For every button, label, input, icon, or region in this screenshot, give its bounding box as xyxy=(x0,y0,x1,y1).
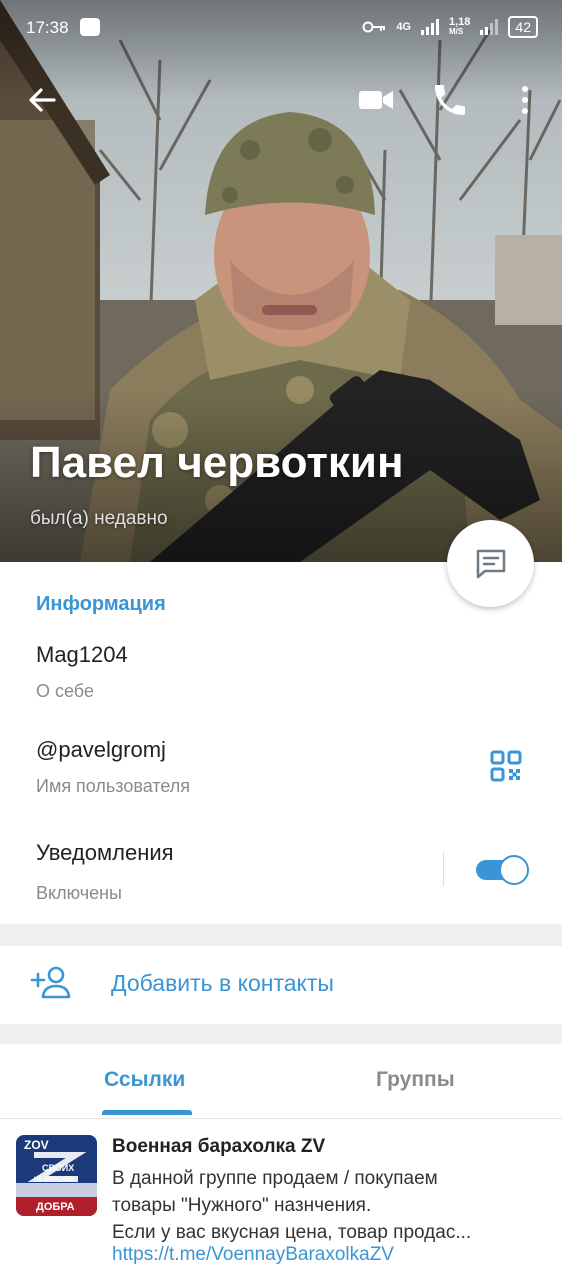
add-contact-button[interactable]: Добавить в контакты xyxy=(0,946,562,1024)
notifications-status: Включены xyxy=(36,883,122,903)
avatar-zov: ZOV xyxy=(24,1138,49,1152)
message-icon xyxy=(476,549,505,578)
group-avatar-image: ZOV СВОИХ НЕ БРОСАЕМ ДОБРА xyxy=(16,1135,97,1216)
section-separator xyxy=(0,924,562,946)
active-tab-indicator xyxy=(102,1110,192,1115)
call-button[interactable] xyxy=(430,80,470,120)
more-options-button[interactable] xyxy=(505,80,545,120)
network-type: 4G xyxy=(396,21,411,33)
avatar-line1: СВОИХ xyxy=(42,1163,74,1173)
bio-label: О себе xyxy=(36,681,94,701)
section-separator-2 xyxy=(0,1024,562,1044)
info-section-title: Информация xyxy=(36,593,166,615)
username-label: Имя пользователя xyxy=(36,776,191,796)
link-avatar: ZOV СВОИХ НЕ БРОСАЕМ ДОБРА xyxy=(16,1135,97,1216)
last-seen-status: был(а) недавно xyxy=(30,508,168,529)
net-speed-unit: M/S xyxy=(449,27,464,36)
add-contact-label: Добавить в контакты xyxy=(111,970,334,996)
link-list-item[interactable]: ZOV СВОИХ НЕ БРОСАЕМ ДОБРА Военная барах… xyxy=(0,1120,562,1280)
toggle-knob xyxy=(499,855,529,885)
notifications-title: Уведомления xyxy=(36,840,174,865)
signal-2-icon xyxy=(480,19,499,35)
status-icons: 4G 1,18 M/S 42 xyxy=(362,16,538,38)
notification-icon xyxy=(80,18,100,36)
key-icon xyxy=(362,21,386,33)
more-vert-icon xyxy=(522,86,528,114)
media-tabs: Ссылки Группы xyxy=(0,1044,562,1119)
notifications-toggle[interactable] xyxy=(476,855,530,885)
status-bar: 17:38 4G 1,18 M/S 42 xyxy=(0,0,562,56)
video-call-button[interactable] xyxy=(356,80,396,120)
send-message-button[interactable] xyxy=(447,520,534,607)
status-time: 17:38 xyxy=(26,18,69,37)
qr-code-button[interactable] xyxy=(490,750,522,782)
battery-indicator: 42 xyxy=(508,16,538,38)
signal-icon xyxy=(421,19,439,35)
back-button[interactable] xyxy=(22,80,62,120)
tab-links[interactable]: Ссылки xyxy=(104,1068,185,1092)
tab-groups[interactable]: Группы xyxy=(376,1068,455,1092)
link-desc-line2: товары "Нужного" назнчения. xyxy=(112,1195,372,1216)
qr-code-icon xyxy=(490,750,522,782)
back-arrow-icon xyxy=(29,88,56,112)
link-title: Военная барахолка ZV xyxy=(112,1136,326,1157)
bio-value: Mag1204 xyxy=(36,642,128,667)
link-url[interactable]: https://t.me/VoennayBaraxolkaZV xyxy=(112,1244,394,1266)
username-value: @pavelgromj xyxy=(36,737,166,762)
link-desc-line1: В данной группе продаем / покупаем xyxy=(112,1168,438,1189)
profile-name: Павел червоткин xyxy=(30,438,404,487)
video-call-icon xyxy=(359,91,393,109)
profile-photo-header: 17:38 4G 1,18 M/S 42 Павел червоткин был… xyxy=(0,0,562,562)
link-desc-line3: Если у вас вкусная цена, товар продас... xyxy=(112,1222,472,1243)
net-speed: 1,18 M/S xyxy=(449,17,470,37)
avatar-line2: НЕ БРОСАЕМ xyxy=(34,1177,74,1183)
phone-icon xyxy=(435,85,465,115)
add-person-icon xyxy=(30,966,71,999)
net-speed-value: 1,18 xyxy=(449,16,471,28)
avatar-line3: ДОБРА xyxy=(36,1201,75,1213)
vertical-divider xyxy=(443,852,444,886)
